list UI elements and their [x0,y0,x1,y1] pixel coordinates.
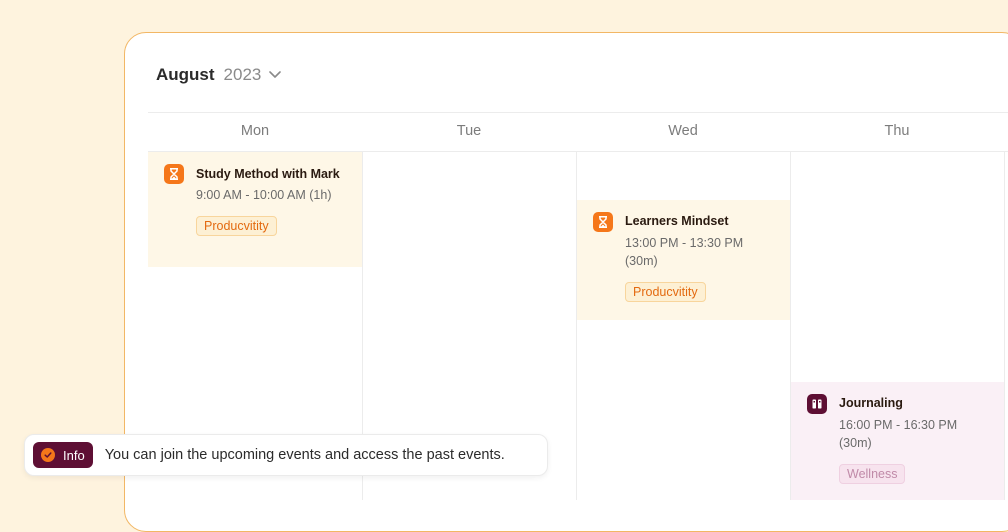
event-card[interactable]: Study Method with Mark 9:00 AM - 10:00 A… [148,152,362,267]
month-selector[interactable]: August 2023 [156,65,282,85]
chevron-down-icon[interactable] [269,71,282,79]
year-label: 2023 [223,65,262,84]
event-time: 13:00 PM - 13:30 PM (30m) [625,236,744,268]
info-toast: Info You can join the upcoming events an… [24,434,548,476]
event-title: Learners Mindset [625,214,729,228]
event-tag: Producvitity [196,216,277,236]
event-card[interactable]: Journaling 16:00 PM - 16:30 PM (30m) Wel… [791,382,1004,500]
event-tag: Wellness [839,464,906,484]
column-divider [1004,151,1005,500]
month-label: August [156,65,215,84]
event-time: 9:00 AM - 10:00 AM (1h) [196,188,332,202]
grid-divider [148,112,1008,113]
check-icon [41,448,55,462]
day-header-wed: Wed [668,123,698,139]
event-title: Journaling [839,396,903,410]
info-badge: Info [33,442,93,468]
event-time: 16:00 PM - 16:30 PM (30m) [839,418,958,450]
hourglass-icon [593,212,613,232]
day-header-thu: Thu [884,123,910,139]
toast-message: You can join the upcoming events and acc… [104,447,505,463]
event-card[interactable]: Learners Mindset 13:00 PM - 13:30 PM (30… [577,200,790,320]
hourglass-icon [164,164,184,184]
badge-label: Info [63,447,85,463]
day-header-tue: Tue [456,123,482,139]
day-header-mon: Mon [240,123,270,139]
journal-icon [807,394,827,414]
event-tag: Producvitity [625,282,706,302]
event-title: Study Method with Mark [196,167,340,181]
